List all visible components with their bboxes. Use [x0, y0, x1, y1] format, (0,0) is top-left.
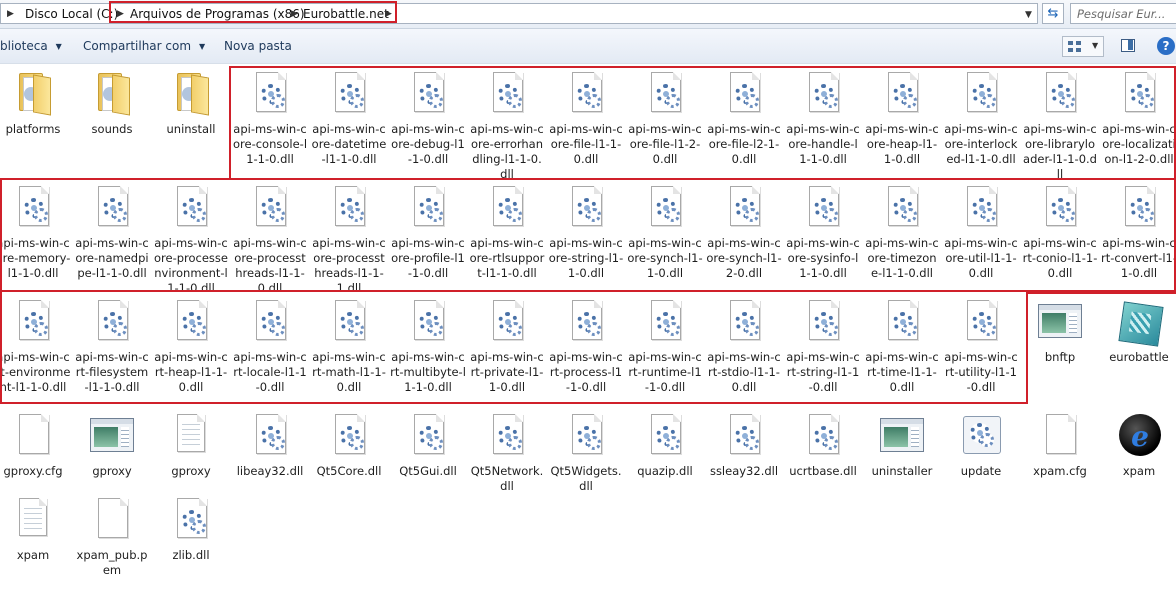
- folder-icon: [9, 70, 57, 118]
- file-name: libeay32.dll: [236, 464, 304, 478]
- chevron-down-icon: ▼: [55, 42, 62, 51]
- highlight-box-row1: [229, 66, 1176, 180]
- file-name: update: [960, 464, 1002, 478]
- chevron-down-icon: ▼: [199, 42, 206, 51]
- refresh-button[interactable]: ⇆: [1042, 3, 1064, 24]
- file-icon: [1036, 412, 1084, 460]
- dll-file-icon: [720, 412, 768, 460]
- file-item[interactable]: zlib.dll: [153, 496, 229, 563]
- highlight-box-row2: [0, 178, 1176, 292]
- file-icon: [9, 412, 57, 460]
- new-folder-button[interactable]: Nova pasta: [224, 39, 292, 53]
- file-name: Qt5Network.dll: [470, 464, 544, 493]
- file-name: Qt5Gui.dll: [399, 464, 457, 478]
- file-name: zlib.dll: [172, 548, 210, 562]
- highlight-box-join-right: [1026, 292, 1176, 295]
- xpam-app-icon: e: [1115, 412, 1163, 460]
- chevron-right-icon[interactable]: ▶: [7, 9, 14, 19]
- file-item[interactable]: quazip.dll: [627, 412, 703, 479]
- dll-file-icon: [483, 412, 531, 460]
- file-item[interactable]: ucrtbase.dll: [785, 412, 861, 479]
- file-item[interactable]: bnftp: [1022, 298, 1098, 365]
- share-label: Compartilhar com: [83, 39, 192, 53]
- application-icon: [88, 412, 136, 460]
- file-item[interactable]: update: [943, 412, 1019, 479]
- file-item[interactable]: Qt5Core.dll: [311, 412, 387, 479]
- file-name: gproxy: [171, 464, 211, 478]
- dll-file-icon: [641, 412, 689, 460]
- file-item[interactable]: sounds: [74, 70, 150, 137]
- text-file-icon: [167, 412, 215, 460]
- file-name: Qt5Widgets.dll: [550, 464, 622, 493]
- file-name: eurobattle: [1109, 350, 1169, 364]
- address-dropdown-icon[interactable]: ▼: [1025, 10, 1032, 20]
- file-item[interactable]: libeay32.dll: [232, 412, 308, 479]
- highlight-box-row3: [0, 290, 1028, 404]
- help-button[interactable]: ?: [1157, 37, 1175, 55]
- breadcrumb-highlight: [109, 1, 397, 23]
- file-item[interactable]: Qt5Widgets.dll: [548, 412, 624, 494]
- file-item[interactable]: uninstall: [153, 70, 229, 137]
- application-icon: [1036, 298, 1084, 346]
- eurobattle-app-icon: [1115, 298, 1164, 347]
- library-menu[interactable]: blioteca ▼: [0, 39, 62, 53]
- file-name: bnftp: [1044, 350, 1076, 364]
- breadcrumb-drive[interactable]: Disco Local (C:): [25, 7, 118, 21]
- file-item[interactable]: gproxy: [74, 412, 150, 479]
- file-name: Qt5Core.dll: [316, 464, 382, 478]
- file-name: platforms: [5, 122, 61, 136]
- preview-pane-button[interactable]: [1119, 37, 1136, 54]
- update-app-icon: [957, 412, 1005, 460]
- file-item[interactable]: ssleay32.dll: [706, 412, 782, 479]
- file-name: sounds: [91, 122, 133, 136]
- file-item[interactable]: eurobattle: [1101, 298, 1176, 365]
- dll-file-icon: [325, 412, 373, 460]
- dll-file-icon: [404, 412, 452, 460]
- file-icon: [88, 496, 136, 544]
- file-item[interactable]: platforms: [0, 70, 71, 137]
- file-item[interactable]: e xpam: [1101, 412, 1176, 479]
- dll-file-icon: [167, 496, 215, 544]
- dll-file-icon: [799, 412, 847, 460]
- search-input[interactable]: Pesquisar Eur...: [1070, 3, 1176, 24]
- file-name: gproxy.cfg: [3, 464, 63, 478]
- file-name: quazip.dll: [637, 464, 693, 478]
- file-item[interactable]: xpam: [0, 496, 71, 563]
- file-item[interactable]: xpam_pub.pem: [74, 496, 150, 578]
- file-item[interactable]: uninstaller: [864, 412, 940, 479]
- change-view-button[interactable]: ▼: [1062, 36, 1104, 57]
- file-name: xpam_pub.pem: [76, 548, 148, 577]
- address-bar: ▶ Disco Local (C:) ▶ Arquivos de Program…: [0, 0, 1176, 29]
- file-item[interactable]: Qt5Gui.dll: [390, 412, 466, 479]
- chevron-down-icon: ▼: [1092, 41, 1099, 50]
- file-name: uninstall: [166, 122, 216, 136]
- refresh-icon: ⇆: [1047, 6, 1059, 21]
- file-name: ucrtbase.dll: [789, 464, 857, 478]
- file-name: xpam: [1122, 464, 1156, 478]
- folder-icon: [88, 70, 136, 118]
- file-name: xpam.cfg: [1033, 464, 1087, 478]
- library-label: blioteca: [0, 39, 48, 53]
- share-menu[interactable]: Compartilhar com ▼: [83, 39, 205, 53]
- file-name: ssleay32.dll: [709, 464, 779, 478]
- file-name: xpam: [16, 548, 50, 562]
- file-name: uninstaller: [871, 464, 933, 478]
- folder-icon: [167, 70, 215, 118]
- application-icon: [878, 412, 926, 460]
- file-item[interactable]: gproxy: [153, 412, 229, 479]
- file-item[interactable]: xpam.cfg: [1022, 412, 1098, 479]
- view-grid-icon: [1068, 41, 1082, 53]
- file-item[interactable]: Qt5Network.dll: [469, 412, 545, 494]
- file-item[interactable]: gproxy.cfg: [0, 412, 71, 479]
- dll-file-icon: [562, 412, 610, 460]
- file-name: gproxy: [92, 464, 132, 478]
- dll-file-icon: [246, 412, 294, 460]
- text-file-icon: [9, 496, 57, 544]
- command-bar: blioteca ▼ Compartilhar com ▼ Nova pasta ▼…: [0, 29, 1176, 64]
